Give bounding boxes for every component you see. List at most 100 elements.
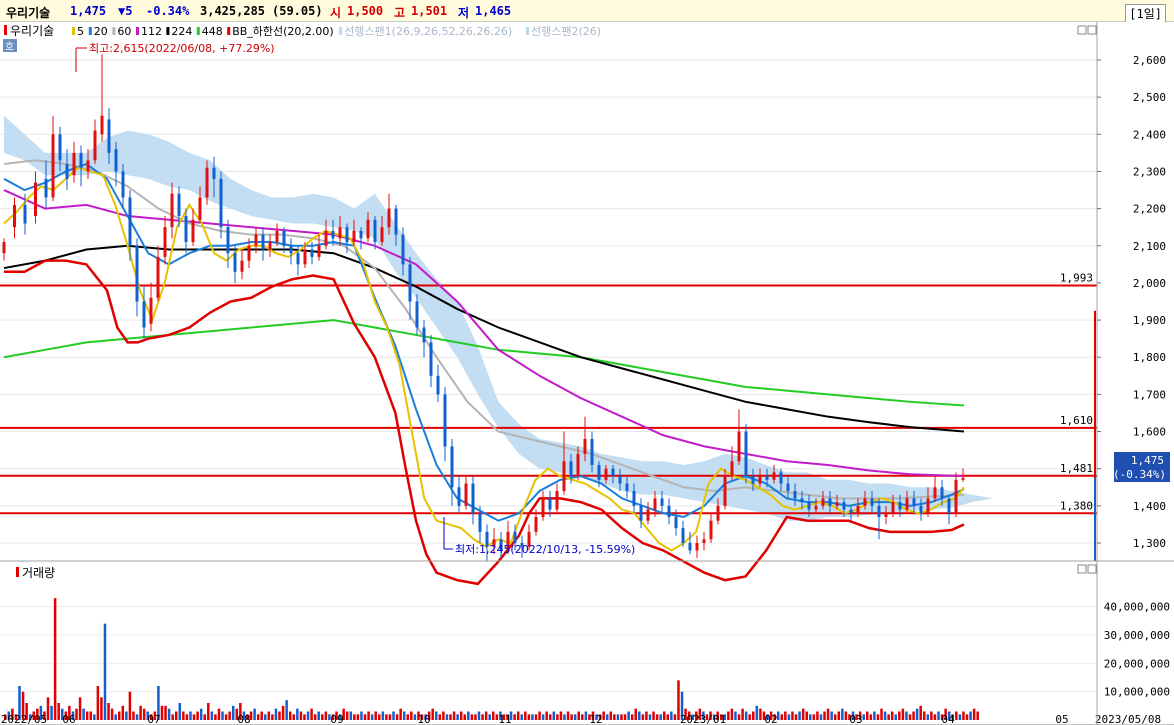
volume-bar <box>737 714 741 720</box>
candle-body <box>723 476 727 506</box>
legend-swatch <box>166 27 170 35</box>
period-selector[interactable]: [1일] <box>1125 4 1166 23</box>
volume-bar <box>556 714 559 720</box>
current-price-value: 1,475 <box>1131 454 1164 467</box>
candle-body <box>177 193 181 217</box>
candle-body <box>863 498 867 506</box>
volume-bar <box>271 714 274 720</box>
volume-bar <box>809 714 812 720</box>
volume-bar <box>317 711 320 720</box>
candle-body <box>338 227 342 239</box>
volume-bar <box>748 714 751 720</box>
volume-bar <box>923 711 926 720</box>
volume-bar <box>164 705 167 720</box>
candle-body <box>744 431 748 477</box>
candle-body <box>233 253 237 272</box>
open-label: 시 <box>330 6 342 20</box>
volume-bar <box>167 708 171 720</box>
x-tick-label: 2023/01 <box>680 713 726 725</box>
y-tick-label: 1,700 <box>1133 388 1166 401</box>
volume-bar <box>826 708 830 720</box>
candle-body <box>870 498 874 506</box>
volume-bar <box>616 714 620 720</box>
volume-bar <box>958 714 962 720</box>
candle-body <box>373 219 377 243</box>
candle-body <box>443 394 447 447</box>
candle-body <box>800 498 804 503</box>
candle-body <box>513 531 517 543</box>
volume-bar <box>527 714 531 720</box>
volume-bar <box>139 705 142 720</box>
legend-swatch <box>112 27 116 35</box>
volume-bar <box>470 714 474 720</box>
volume-bar <box>96 686 100 720</box>
volume-bar <box>299 711 303 720</box>
candle-body <box>688 543 692 551</box>
volume-bar <box>103 623 107 720</box>
x-tick-label: 02 <box>764 713 777 725</box>
candle-body <box>34 182 37 217</box>
volume-bar <box>620 714 623 720</box>
candle-body <box>807 502 811 510</box>
x-tick-label: 04 <box>941 713 955 725</box>
legend-label: 5 <box>77 25 84 38</box>
legend-marker <box>4 25 7 35</box>
high-annotation: 최고:2,615(2022/06/08, +77.29%) <box>89 42 275 55</box>
legend-label: 60 <box>117 25 131 38</box>
candle-body <box>86 160 90 172</box>
volume-bar <box>392 711 395 720</box>
stock-chart[interactable]: 최고:2,615(2022/06/08, +77.29%) 최저:1,245(2… <box>0 22 1174 725</box>
volume-bar <box>670 711 673 720</box>
volume-tick-label: 40,000,000 <box>1104 601 1170 614</box>
x-tick-label: 06 <box>62 713 75 725</box>
volume-bar <box>160 705 164 720</box>
legend-label: BB_하한선(20,2.00) <box>232 24 334 38</box>
candle-body <box>597 464 601 480</box>
candle-body <box>835 502 839 506</box>
volume-bar <box>880 708 883 720</box>
volume-bar <box>873 711 876 720</box>
quote-header: 우리기술 1,475 ▼5 -0.34% 3,425,285 (59.05) 시… <box>0 0 1174 23</box>
volume-bar <box>82 708 85 720</box>
x-tick-label: 05 <box>1055 713 1068 725</box>
volume-bar <box>467 711 470 720</box>
volume-bar <box>791 711 794 720</box>
y-tick-label: 1,400 <box>1133 500 1166 513</box>
x-tick-label: 09 <box>330 713 343 725</box>
volume-bar <box>345 711 349 720</box>
low-price: 1,465 <box>475 4 512 18</box>
volume-bar <box>228 711 231 720</box>
candle-body <box>429 342 433 376</box>
candle-body <box>219 178 223 228</box>
x-tick-label: 08 <box>237 713 250 725</box>
x-tick-label: 03 <box>849 713 862 725</box>
candle-body <box>695 543 699 551</box>
x-tick-label: 2022/05 <box>1 713 47 725</box>
volume-bar <box>513 714 516 720</box>
volume-bar <box>438 714 442 720</box>
volume-bar <box>182 711 185 720</box>
candle-body <box>415 301 419 328</box>
candle-body <box>555 490 559 510</box>
volume-bar <box>274 708 278 720</box>
candle-body <box>793 490 797 499</box>
candle-body <box>296 253 300 265</box>
volume-bar <box>171 714 174 720</box>
high-price: 1,501 <box>411 4 448 18</box>
candle-body <box>681 528 685 543</box>
candle-body <box>737 431 741 462</box>
x-tick-label: 10 <box>417 713 430 725</box>
candle-body <box>79 152 83 168</box>
candle-body <box>128 197 132 246</box>
y-tick-label: 2,400 <box>1133 128 1166 141</box>
volume-bar <box>306 711 310 720</box>
volume-bar <box>905 711 908 720</box>
volume-bar <box>969 711 972 720</box>
y-tick-label: 2,200 <box>1133 203 1166 216</box>
candle-body <box>751 476 755 484</box>
volume-bar <box>313 714 317 720</box>
x-tick-label: 11 <box>498 713 511 725</box>
volume-bar <box>395 714 399 720</box>
volume-bar <box>128 691 132 720</box>
candle-body <box>205 167 209 198</box>
